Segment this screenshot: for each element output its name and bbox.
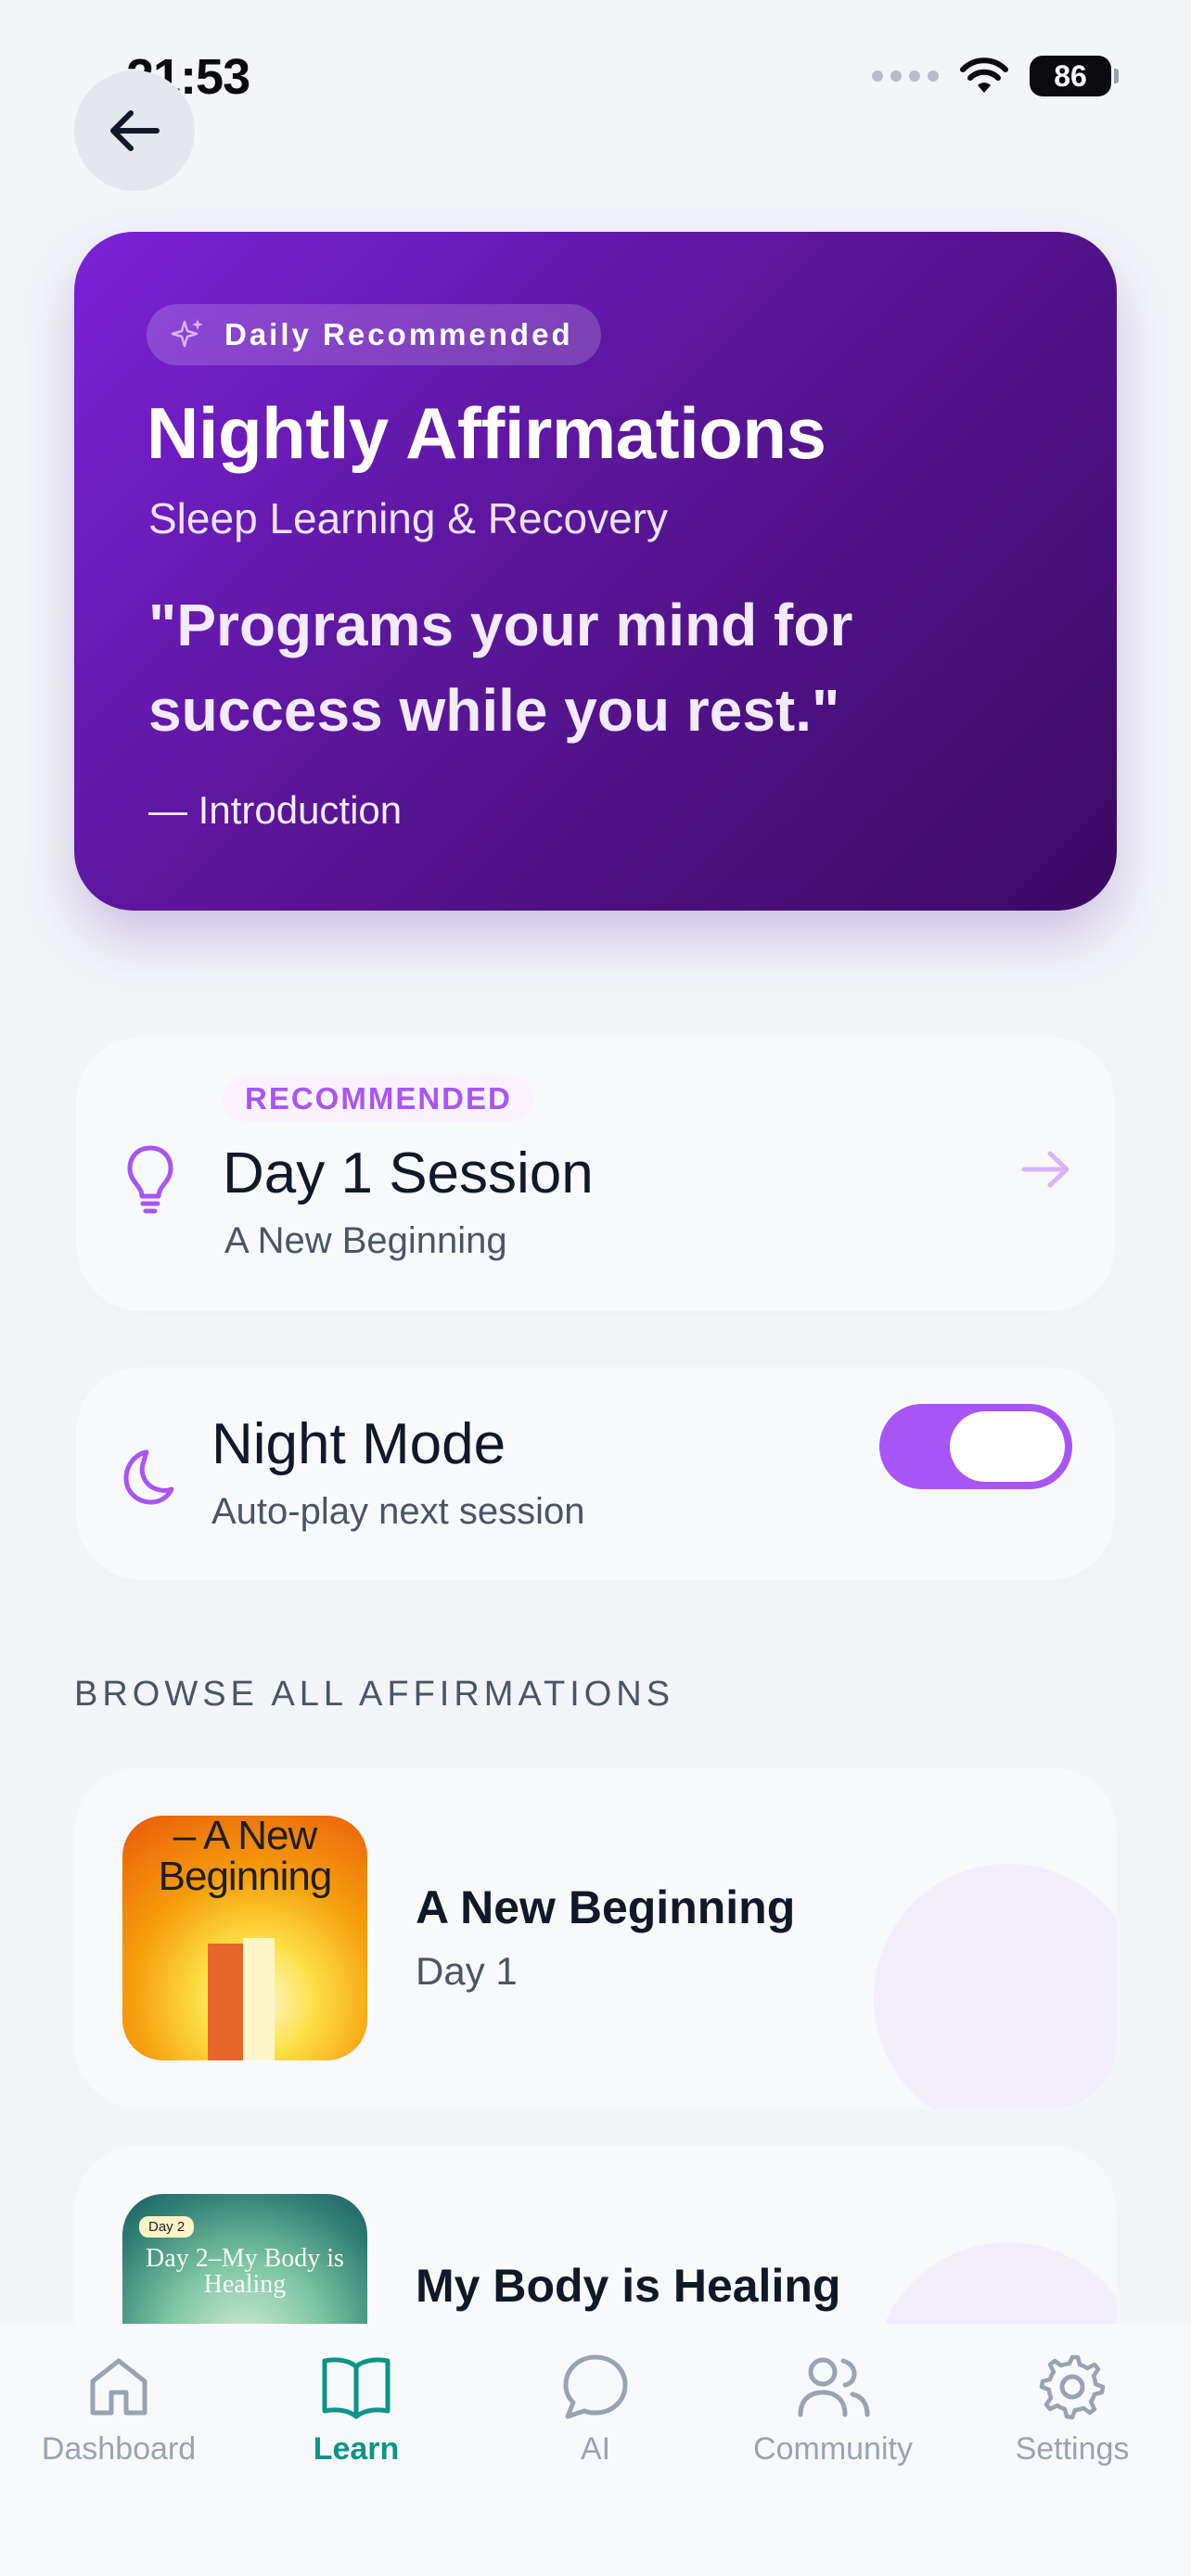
session-subtitle: A New Beginning bbox=[224, 1220, 507, 1261]
decorative-circle bbox=[874, 1864, 1117, 2109]
book-icon bbox=[322, 2357, 391, 2419]
arrow-right-icon bbox=[1021, 1151, 1069, 1188]
status-indicators: 86 bbox=[872, 56, 1119, 96]
chat-bubble-icon bbox=[563, 2354, 628, 2419]
thumbnail-text: – A New Beginning bbox=[158, 1816, 333, 1899]
toggle-knob bbox=[950, 1411, 1065, 1482]
item-thumbnail: – A New Beginning bbox=[122, 1816, 367, 2060]
recommended-session-card[interactable]: RECOMMENDED Day 1 Session A New Beginnin… bbox=[76, 1037, 1115, 1311]
sparkles-icon bbox=[171, 319, 203, 348]
hero-quote: "Programs your mind for success while yo… bbox=[148, 592, 853, 744]
list-item[interactable]: – A New Beginning A New Beginning Day 1 bbox=[74, 1767, 1117, 2109]
daily-recommended-card[interactable]: Daily Recommended Nightly Affirmations S… bbox=[74, 232, 1117, 911]
back-button[interactable] bbox=[74, 70, 195, 191]
tab-label: Dashboard bbox=[41, 2431, 197, 2467]
thumbnail-text: Day 2–My Body is Healing bbox=[146, 2244, 344, 2299]
tab-settings[interactable]: Settings bbox=[961, 2346, 1184, 2468]
moon-icon bbox=[123, 1449, 174, 1505]
night-mode-subtitle: Auto-play next session bbox=[211, 1491, 585, 1532]
users-icon bbox=[798, 2357, 870, 2417]
battery-indicator: 86 bbox=[1030, 56, 1119, 96]
daily-recommended-badge: Daily Recommended bbox=[147, 304, 601, 365]
wifi-icon bbox=[960, 57, 1008, 93]
gear-icon bbox=[1039, 2354, 1106, 2420]
cellular-signal-icon bbox=[872, 70, 939, 82]
night-mode-card: Night Mode Auto-play next session bbox=[76, 1367, 1115, 1580]
tab-label: AI bbox=[580, 2431, 611, 2467]
tab-label: Settings bbox=[1015, 2431, 1130, 2467]
door-shape bbox=[208, 1944, 243, 2060]
section-header: BROWSE ALL AFFIRMATIONS bbox=[74, 1675, 675, 1714]
hero-subtitle: Sleep Learning & Recovery bbox=[148, 494, 668, 542]
learn-screen: 21:53 86 Daily Recommended Nightly Affir… bbox=[0, 0, 1191, 2576]
bottom-tab-bar: Dashboard Learn AI Community Settings bbox=[0, 2324, 1191, 2576]
tab-dashboard[interactable]: Dashboard bbox=[7, 2346, 230, 2468]
battery-level: 86 bbox=[1054, 58, 1087, 93]
tab-learn[interactable]: Learn bbox=[245, 2346, 467, 2468]
door-light bbox=[243, 1938, 275, 2060]
item-title: A New Beginning bbox=[416, 1881, 796, 1933]
thumbnail-tag: Day 2 bbox=[139, 2216, 195, 2238]
hero-attribution: — Introduction bbox=[148, 788, 403, 832]
lightbulb-icon bbox=[127, 1145, 173, 1214]
item-title: My Body is Healing bbox=[416, 2260, 841, 2312]
item-subtitle: Day 1 bbox=[416, 1949, 518, 1993]
tab-label: Learn bbox=[313, 2431, 400, 2467]
home-icon bbox=[90, 2358, 147, 2416]
tab-label: Community bbox=[753, 2431, 913, 2467]
hero-title: Nightly Affirmations bbox=[147, 392, 826, 474]
badge-label: Daily Recommended bbox=[224, 317, 573, 351]
tab-community[interactable]: Community bbox=[722, 2346, 944, 2468]
tab-ai[interactable]: AI bbox=[484, 2346, 707, 2468]
recommended-tag: RECOMMENDED bbox=[223, 1076, 534, 1122]
arrow-left-icon bbox=[110, 110, 160, 151]
session-title: Day 1 Session bbox=[223, 1141, 594, 1205]
night-mode-title: Night Mode bbox=[211, 1412, 506, 1476]
night-mode-toggle[interactable] bbox=[879, 1404, 1072, 1489]
